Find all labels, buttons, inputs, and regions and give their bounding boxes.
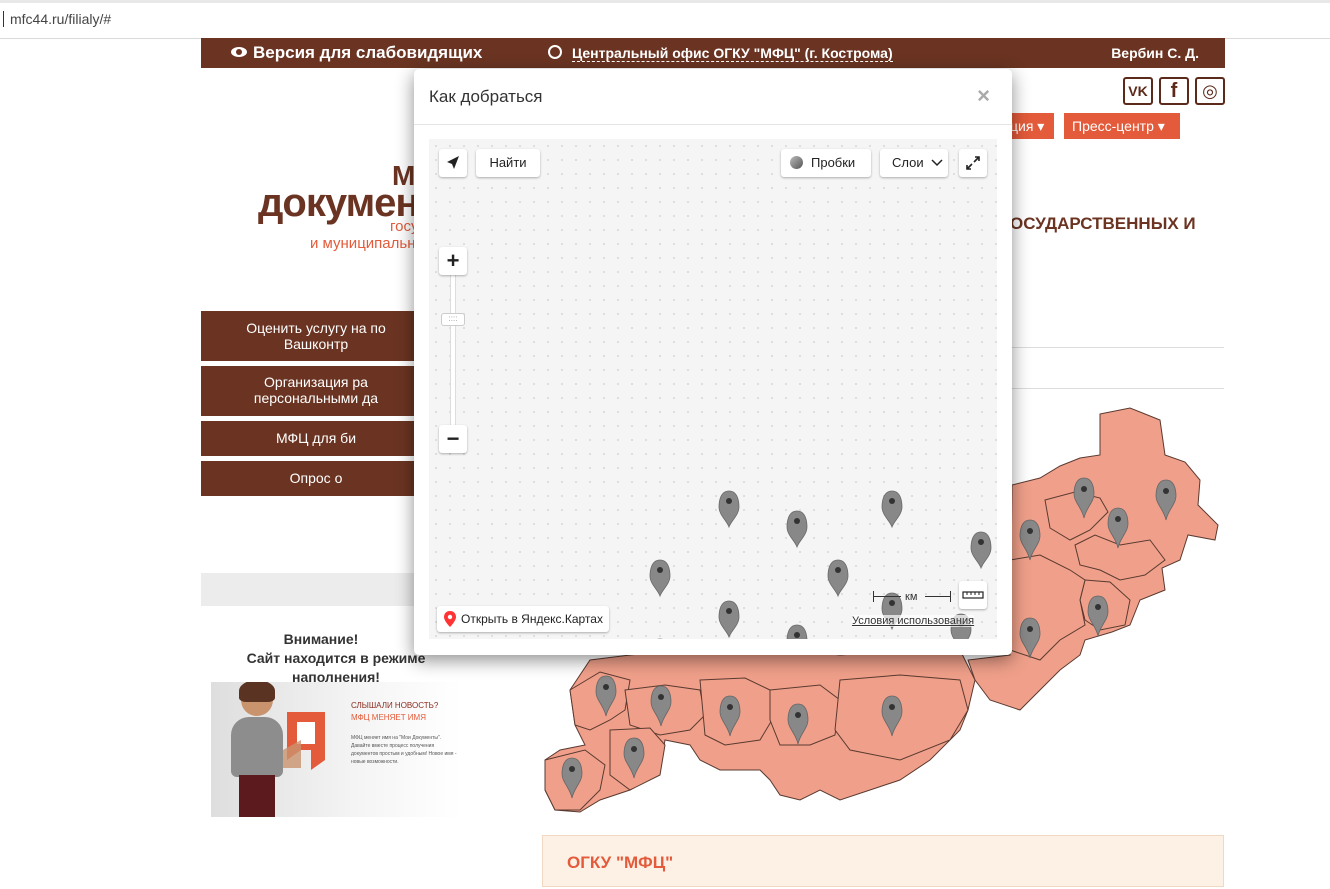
open-in-yandex-button[interactable]: Открыть в Яндекс.Картах — [437, 606, 609, 632]
expand-icon — [966, 156, 980, 170]
layers-button[interactable]: Слои — [880, 149, 948, 177]
geolocation-button[interactable] — [439, 149, 467, 177]
traffic-label: Пробки — [811, 155, 856, 170]
open-in-yandex-label: Открыть в Яндекс.Картах — [461, 612, 603, 626]
map-pin-icon — [444, 611, 456, 627]
traffic-button[interactable]: Пробки — [781, 149, 871, 177]
modal-divider — [414, 124, 1012, 125]
fullscreen-button[interactable] — [959, 149, 987, 177]
org-title: ОГКУ "МФЦ" — [567, 853, 674, 872]
map-markers[interactable] — [429, 139, 997, 639]
close-icon[interactable]: × — [977, 83, 990, 109]
zoom-slider-track[interactable] — [450, 269, 456, 429]
ruler-icon — [962, 591, 984, 599]
scale-unit: км — [905, 591, 918, 603]
yandex-map[interactable]: Найти Пробки Слои :::: + − км Условия ис… — [429, 139, 997, 639]
arrow-location-icon — [447, 156, 459, 169]
modal-title: Как добраться — [429, 87, 543, 106]
org-info-box: ОГКУ "МФЦ" — [542, 835, 1224, 887]
chevron-down-icon — [931, 159, 943, 167]
zoom-out-button[interactable]: − — [439, 425, 467, 453]
ruler-button[interactable] — [959, 581, 987, 609]
terms-of-use-link[interactable]: Условия использования — [852, 615, 975, 627]
directions-modal: Как добраться × Найти Пробки Слои:::: +… — [414, 69, 1012, 655]
zoom-in-button[interactable]: + — [439, 247, 467, 275]
zoom-slider-handle[interactable]: :::: — [441, 313, 465, 326]
map-scale: км — [873, 591, 951, 603]
find-button[interactable]: Найти — [476, 149, 540, 177]
layers-label: Слои — [892, 155, 924, 170]
traffic-icon — [790, 156, 803, 169]
